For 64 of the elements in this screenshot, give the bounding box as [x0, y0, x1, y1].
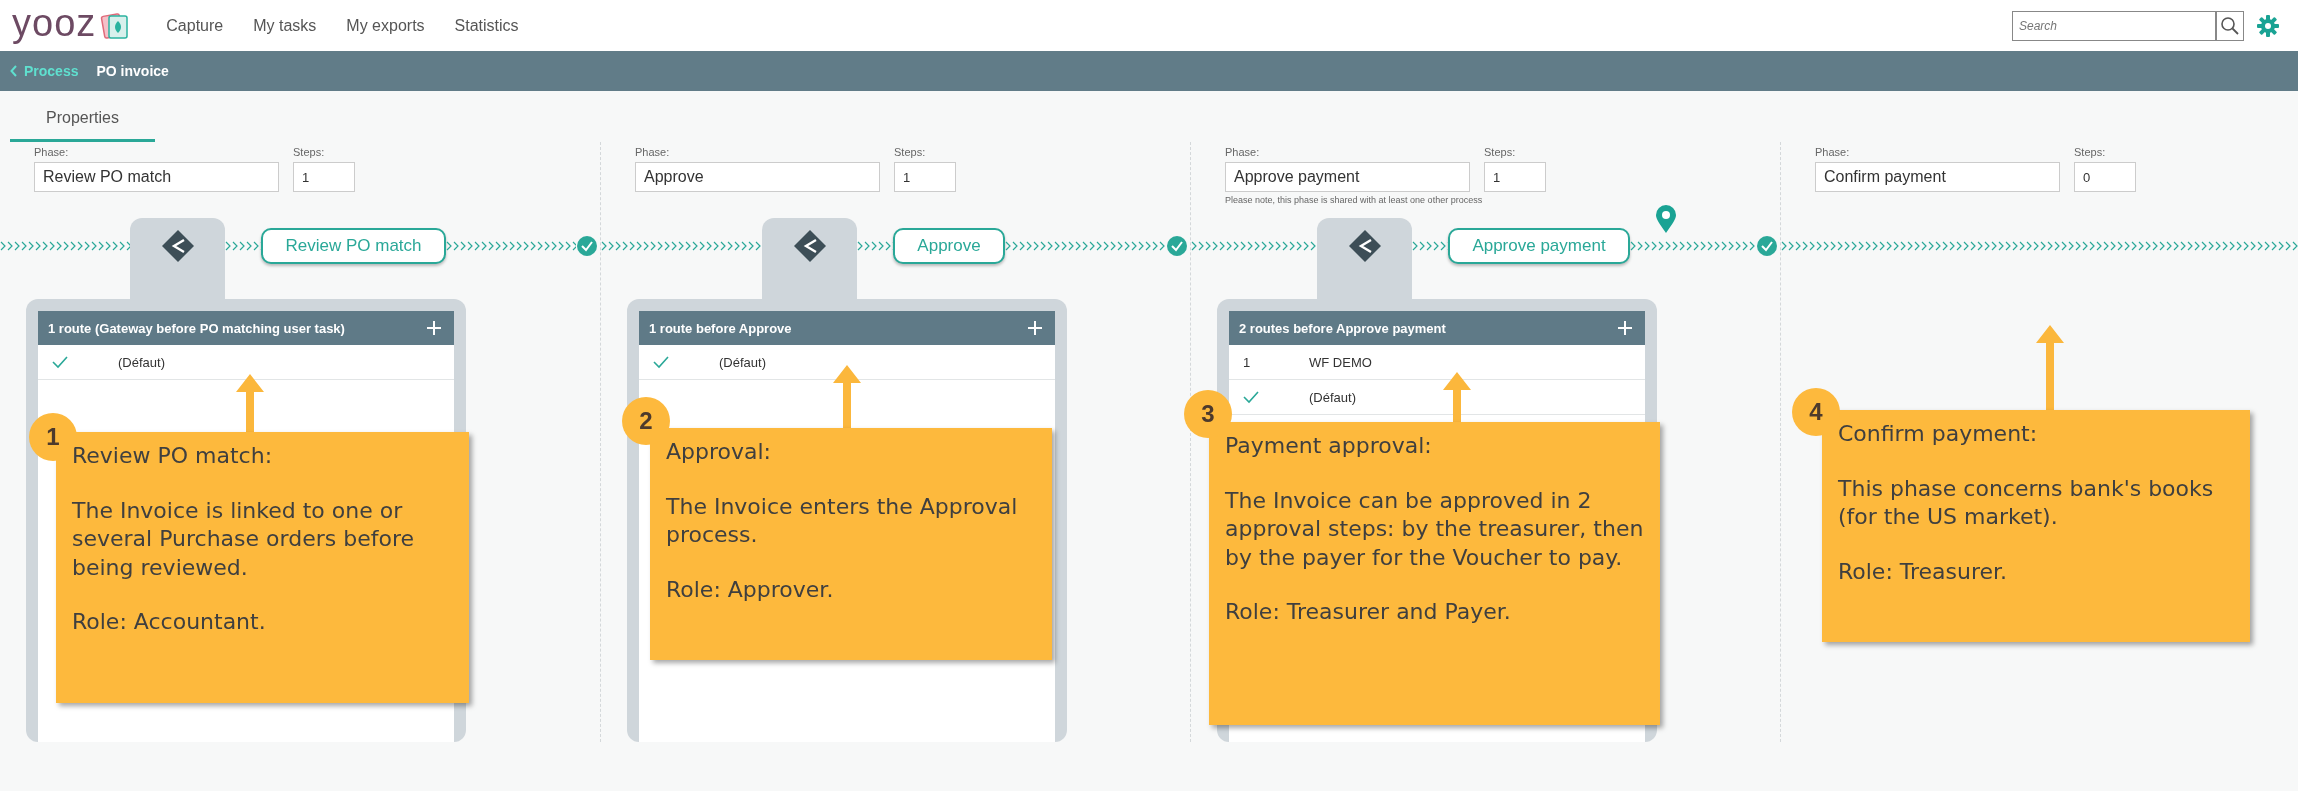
callout-text: The Invoice can be approved in 2 approval steps: by the treasurer, then by the payer for the Voucher to pay. [1225, 486, 1644, 572]
step-number: 4 [1792, 388, 1840, 436]
steps-label: Steps: [293, 146, 326, 158]
phase-field[interactable]: Approve payment [1225, 162, 1470, 192]
routes-header: 1 route before Approve [649, 320, 792, 336]
step-number: 3 [1184, 390, 1232, 438]
flow-arrows [857, 240, 894, 252]
steps-field[interactable]: 1 [1484, 162, 1546, 192]
check-icon [52, 355, 68, 369]
route-name[interactable]: WF DEMO [1309, 354, 1372, 370]
shared-phase-note: Please note, this phase is shared with at least one other process [1225, 195, 1484, 205]
page-title: PO invoice [96, 63, 169, 79]
gateway-tab[interactable] [762, 218, 858, 300]
phase-label: Phase: [1225, 146, 1261, 158]
check-icon [653, 355, 669, 369]
phase-label: Phase: [1815, 146, 1851, 158]
phase-label: Phase: [635, 146, 671, 158]
steps-label: Steps: [2074, 146, 2107, 158]
route-name[interactable]: (Défaut) [719, 354, 766, 370]
callout-text: Role: Treasurer. [1838, 557, 2009, 586]
callout-text: Role: Approver. [666, 575, 835, 604]
nav-link[interactable]: Statistics [454, 16, 519, 35]
route-name[interactable]: (Défaut) [118, 354, 165, 370]
gateway-tab[interactable] [1317, 218, 1413, 300]
phase-field[interactable]: Review PO match [34, 162, 279, 192]
check-icon [1243, 390, 1259, 404]
callout-text: Confirm payment: [1838, 420, 2039, 448]
check-circle-icon [1166, 235, 1188, 257]
routes-header: 1 route (Gateway before PO matching user task) [48, 320, 345, 336]
check-circle-icon [1756, 235, 1778, 257]
phase-label: Phase: [34, 146, 70, 158]
steps-field[interactable]: 1 [894, 162, 956, 192]
add-icon[interactable] [426, 320, 442, 336]
nav-link[interactable]: My tasks [253, 16, 317, 35]
route-name[interactable]: (Défaut) [1309, 389, 1356, 405]
search-button[interactable] [2216, 10, 2244, 41]
steps-label: Steps: [1484, 146, 1517, 158]
nav-link[interactable]: My exports [346, 16, 425, 35]
settings-icon[interactable] [2256, 13, 2280, 38]
callout-text: Role: Treasurer and Payer. [1225, 598, 1512, 627]
route-number: 1 [1243, 354, 1251, 370]
flow-arrows [1412, 240, 1449, 252]
flow-arrows [225, 240, 262, 252]
steps-label: Steps: [894, 146, 927, 158]
app-logo: yooz [12, 3, 97, 42]
phase-field[interactable]: Confirm payment [1815, 162, 2060, 192]
add-icon[interactable] [1617, 320, 1633, 336]
routes-header: 2 routes before Approve payment [1239, 320, 1446, 336]
callout-text: Role: Accountant. [72, 608, 267, 637]
phase-field[interactable]: Approve [635, 162, 880, 192]
steps-field[interactable]: 0 [2074, 162, 2136, 192]
gateway-tab[interactable] [130, 218, 226, 300]
steps-field[interactable]: 1 [293, 162, 355, 192]
gateway-icon [160, 228, 196, 264]
callout-text: The Invoice enters the Approval process. [666, 492, 1019, 550]
search-field[interactable]: Search [2012, 10, 2216, 41]
add-icon[interactable] [1027, 320, 1043, 336]
callout-text: The Invoice is linked to one or several Purchase orders before being reviewed. [72, 496, 415, 582]
callout-text: This phase concerns bank's books (for the US market). [1838, 474, 2215, 532]
back-chevron-icon[interactable] [10, 65, 18, 77]
nav-link[interactable]: Capture [166, 16, 224, 35]
properties-tab[interactable]: Properties [10, 109, 155, 142]
cards-icon [100, 10, 131, 41]
check-circle-icon [576, 235, 598, 257]
